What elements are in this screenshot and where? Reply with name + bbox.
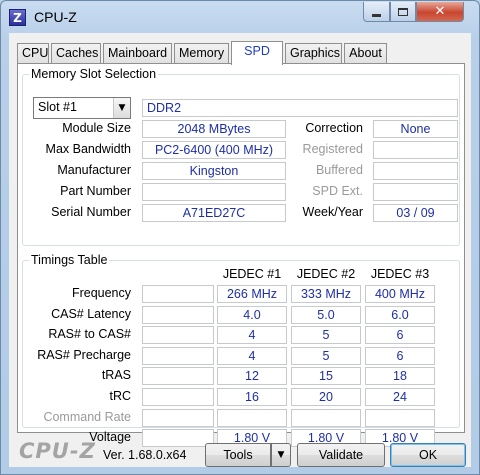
memory-slot-group-title: Memory Slot Selection <box>29 67 159 81</box>
timing-value-cell: 5.0 <box>291 306 361 324</box>
module-size-value: 2048 MBytes <box>142 120 286 138</box>
manufacturer-value: Kingston <box>142 162 286 180</box>
spd-tab-panel: Memory Slot Selection Slot #1 ▼ DDR2 Mod… <box>17 63 465 447</box>
max-bandwidth-label: Max Bandwidth <box>45 142 131 156</box>
week-year-value: 03 / 09 <box>373 204 458 222</box>
timing-value-cell: 4 <box>217 326 287 344</box>
timing-value-cell: 5 <box>291 326 361 344</box>
registered-value <box>373 141 458 159</box>
maximize-icon <box>398 7 408 16</box>
timing-row-spacer-cell <box>142 285 214 303</box>
ok-button[interactable]: OK <box>390 443 466 467</box>
tab-caches[interactable]: Caches <box>51 43 101 64</box>
window-client: CPU Caches Mainboard Memory SPD Graphics… <box>9 33 471 467</box>
timing-value-cell: 6 <box>365 347 435 365</box>
timing-row-label: RAS# Precharge <box>37 348 131 362</box>
registered-label: Registered <box>302 142 363 156</box>
version-label: Ver. 1.68.0.x64 <box>103 448 187 462</box>
timing-value-cell: 4 <box>217 347 287 365</box>
cpuz-app-icon: Z <box>9 9 26 26</box>
timing-row-spacer-cell <box>142 347 214 365</box>
correction-label: Correction <box>305 121 363 135</box>
timings-column-header: JEDEC #2 <box>296 267 356 281</box>
memory-slot-group: Memory Slot Selection Slot #1 ▼ DDR2 Mod… <box>22 67 460 246</box>
close-button[interactable]: ✕ <box>416 2 464 22</box>
timing-value-cell: 266 MHz <box>217 285 287 303</box>
timings-group: Timings Table JEDEC #1 JEDEC #2 JEDEC #3… <box>22 253 460 447</box>
tab-spd[interactable]: SPD <box>231 41 283 65</box>
timings-column-header: JEDEC #1 <box>222 267 282 281</box>
timing-row-label: Command Rate <box>43 410 131 424</box>
maximize-button[interactable] <box>390 2 416 22</box>
tools-dropdown-button[interactable]: ▼ <box>271 443 291 467</box>
spd-ext-label: SPD Ext. <box>312 184 363 198</box>
title-bar[interactable]: Z CPU-Z ✕ <box>1 1 479 33</box>
week-year-label: Week/Year <box>302 205 363 219</box>
correction-value: None <box>373 120 458 138</box>
validate-button[interactable]: Validate <box>297 443 385 467</box>
timing-value-cell <box>217 409 287 427</box>
timings-column-header: JEDEC #3 <box>370 267 430 281</box>
close-icon: ✕ <box>434 4 446 19</box>
timing-value-cell: 18 <box>365 367 435 385</box>
timing-value-cell: 12 <box>217 367 287 385</box>
footer-bar: CPU-Z Ver. 1.68.0.x64 Tools ▼ Validate O… <box>9 437 471 467</box>
timing-row-label: tRAS <box>101 368 131 382</box>
spd-ext-value <box>373 183 458 201</box>
timing-row-label: tRC <box>109 389 131 403</box>
tab-mainboard[interactable]: Mainboard <box>103 43 172 64</box>
timing-row-label: CAS# Latency <box>51 307 131 321</box>
memory-type-field: DDR2 <box>142 99 458 117</box>
tab-about[interactable]: About <box>344 43 387 64</box>
timing-value-cell: 6.0 <box>365 306 435 324</box>
chevron-down-icon[interactable]: ▼ <box>113 98 130 118</box>
slot-select[interactable]: Slot #1 ▼ <box>33 97 131 119</box>
timing-row-spacer-cell <box>142 388 214 406</box>
minimize-icon <box>372 13 381 17</box>
cpuz-window: Z CPU-Z ✕ CPU Caches Mainboard Memory SP… <box>0 0 480 475</box>
timing-value-cell: 20 <box>291 388 361 406</box>
module-size-label: Module Size <box>62 121 131 135</box>
timing-row-spacer-cell <box>142 326 214 344</box>
timing-value-cell: 15 <box>291 367 361 385</box>
minimize-button[interactable] <box>363 2 390 22</box>
tab-memory[interactable]: Memory <box>174 43 229 64</box>
timing-value-cell: 333 MHz <box>291 285 361 303</box>
manufacturer-label: Manufacturer <box>57 163 131 177</box>
part-number-value <box>142 183 286 201</box>
timing-value-cell: 400 MHz <box>365 285 435 303</box>
cpuz-brand-logo: CPU-Z <box>19 439 96 463</box>
max-bandwidth-value: PC2-6400 (400 MHz) <box>142 141 286 159</box>
tools-button[interactable]: Tools <box>205 443 271 467</box>
timing-row-spacer-cell <box>142 367 214 385</box>
window-title: CPU-Z <box>34 9 77 25</box>
serial-number-label: Serial Number <box>51 205 131 219</box>
timing-row-spacer-cell <box>142 409 214 427</box>
buffered-value <box>373 162 458 180</box>
timing-row-spacer-cell <box>142 306 214 324</box>
timing-value-cell: 6 <box>365 326 435 344</box>
timings-group-title: Timings Table <box>29 253 110 267</box>
timing-value-cell <box>365 409 435 427</box>
tab-graphics[interactable]: Graphics <box>285 43 342 64</box>
timing-value-cell: 4.0 <box>217 306 287 324</box>
timing-value-cell: 24 <box>365 388 435 406</box>
timing-value-cell: 5 <box>291 347 361 365</box>
serial-number-value: A71ED27C <box>142 204 286 222</box>
chevron-down-icon: ▼ <box>277 450 285 460</box>
timing-value-cell <box>291 409 361 427</box>
buffered-label: Buffered <box>315 163 363 177</box>
timing-row-label: RAS# to CAS# <box>48 327 131 341</box>
tab-cpu[interactable]: CPU <box>17 43 49 64</box>
timing-row-label: Frequency <box>71 286 131 300</box>
part-number-label: Part Number <box>60 184 131 198</box>
timing-value-cell: 16 <box>217 388 287 406</box>
slot-select-value: Slot #1 <box>38 100 77 114</box>
